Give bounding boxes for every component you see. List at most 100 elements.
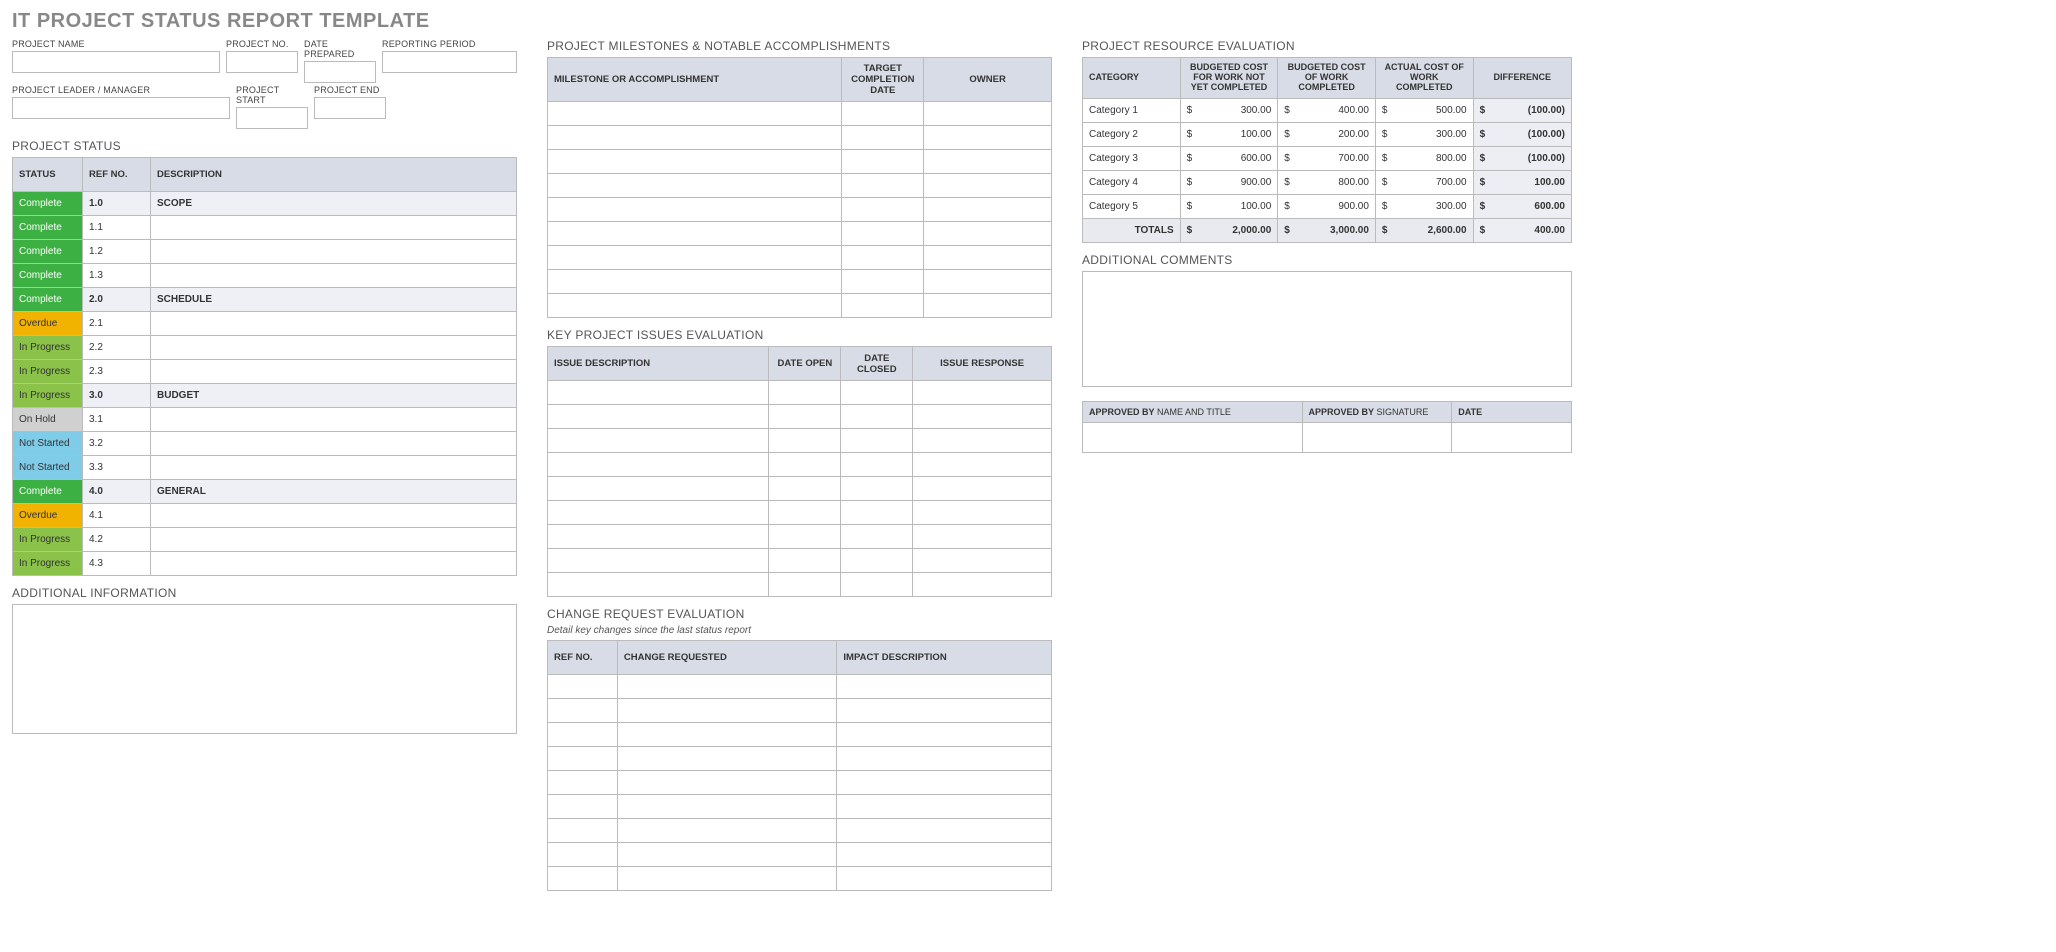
approval-name-cell[interactable]: [1083, 422, 1303, 452]
table-cell[interactable]: [837, 771, 1052, 795]
table-cell[interactable]: [548, 573, 769, 597]
table-cell[interactable]: [548, 126, 842, 150]
table-cell[interactable]: [548, 381, 769, 405]
status-cell[interactable]: Not Started: [13, 432, 83, 456]
table-cell[interactable]: [617, 747, 837, 771]
table-cell[interactable]: [548, 699, 618, 723]
status-cell[interactable]: Complete: [13, 264, 83, 288]
desc-cell[interactable]: [151, 264, 517, 288]
table-cell[interactable]: [913, 573, 1052, 597]
desc-cell[interactable]: GENERAL: [151, 480, 517, 504]
field-input[interactable]: [12, 97, 230, 119]
table-cell[interactable]: [617, 795, 837, 819]
table-cell[interactable]: [841, 549, 913, 573]
desc-cell[interactable]: [151, 408, 517, 432]
status-cell[interactable]: Complete: [13, 192, 83, 216]
table-cell[interactable]: [837, 699, 1052, 723]
table-cell[interactable]: [924, 174, 1052, 198]
table-cell[interactable]: [913, 525, 1052, 549]
table-cell[interactable]: [548, 246, 842, 270]
desc-cell[interactable]: [151, 504, 517, 528]
table-cell[interactable]: [913, 429, 1052, 453]
table-cell[interactable]: [841, 573, 913, 597]
status-cell[interactable]: Overdue: [13, 504, 83, 528]
status-cell[interactable]: In Progress: [13, 528, 83, 552]
table-cell[interactable]: [548, 294, 842, 318]
table-cell[interactable]: [924, 102, 1052, 126]
status-cell[interactable]: Complete: [13, 288, 83, 312]
desc-cell[interactable]: SCOPE: [151, 192, 517, 216]
field-input[interactable]: [12, 51, 220, 73]
table-cell[interactable]: [837, 867, 1052, 891]
table-cell[interactable]: [769, 501, 841, 525]
table-cell[interactable]: [769, 405, 841, 429]
table-cell[interactable]: [842, 102, 924, 126]
table-cell[interactable]: [841, 381, 913, 405]
desc-cell[interactable]: [151, 456, 517, 480]
table-cell[interactable]: [548, 477, 769, 501]
table-cell[interactable]: [913, 501, 1052, 525]
status-cell[interactable]: Complete: [13, 216, 83, 240]
desc-cell[interactable]: [151, 432, 517, 456]
table-cell[interactable]: [548, 675, 618, 699]
table-cell[interactable]: [842, 294, 924, 318]
status-cell[interactable]: In Progress: [13, 552, 83, 576]
table-cell[interactable]: [617, 771, 837, 795]
desc-cell[interactable]: SCHEDULE: [151, 288, 517, 312]
table-cell[interactable]: [842, 126, 924, 150]
table-cell[interactable]: [548, 501, 769, 525]
table-cell[interactable]: [924, 270, 1052, 294]
desc-cell[interactable]: BUDGET: [151, 384, 517, 408]
desc-cell[interactable]: [151, 312, 517, 336]
table-cell[interactable]: [769, 573, 841, 597]
status-cell[interactable]: In Progress: [13, 360, 83, 384]
table-cell[interactable]: [924, 222, 1052, 246]
table-cell[interactable]: [548, 222, 842, 246]
table-cell[interactable]: [837, 747, 1052, 771]
table-cell[interactable]: [913, 453, 1052, 477]
table-cell[interactable]: [769, 429, 841, 453]
table-cell[interactable]: [837, 795, 1052, 819]
field-input[interactable]: [236, 107, 308, 129]
table-cell[interactable]: [769, 477, 841, 501]
table-cell[interactable]: [769, 549, 841, 573]
approval-signature-cell[interactable]: [1302, 422, 1452, 452]
table-cell[interactable]: [617, 843, 837, 867]
table-cell[interactable]: [837, 723, 1052, 747]
table-cell[interactable]: [617, 867, 837, 891]
additional-info-box[interactable]: [12, 604, 517, 734]
table-cell[interactable]: [913, 549, 1052, 573]
table-cell[interactable]: [548, 525, 769, 549]
table-cell[interactable]: [548, 819, 618, 843]
table-cell[interactable]: [924, 126, 1052, 150]
table-cell[interactable]: [842, 270, 924, 294]
field-input[interactable]: [304, 61, 376, 83]
field-input[interactable]: [382, 51, 517, 73]
table-cell[interactable]: [842, 198, 924, 222]
table-cell[interactable]: [769, 525, 841, 549]
desc-cell[interactable]: [151, 240, 517, 264]
field-input[interactable]: [226, 51, 298, 73]
table-cell[interactable]: [913, 381, 1052, 405]
status-cell[interactable]: In Progress: [13, 384, 83, 408]
desc-cell[interactable]: [151, 336, 517, 360]
table-cell[interactable]: [837, 843, 1052, 867]
table-cell[interactable]: [548, 102, 842, 126]
additional-comments-box[interactable]: [1082, 271, 1572, 387]
table-cell[interactable]: [548, 795, 618, 819]
table-cell[interactable]: [548, 843, 618, 867]
table-cell[interactable]: [913, 477, 1052, 501]
table-cell[interactable]: [842, 246, 924, 270]
table-cell[interactable]: [842, 222, 924, 246]
table-cell[interactable]: [841, 453, 913, 477]
desc-cell[interactable]: [151, 360, 517, 384]
approval-date-cell[interactable]: [1452, 422, 1572, 452]
table-cell[interactable]: [837, 819, 1052, 843]
table-cell[interactable]: [841, 501, 913, 525]
table-cell[interactable]: [924, 246, 1052, 270]
desc-cell[interactable]: [151, 216, 517, 240]
status-cell[interactable]: Complete: [13, 480, 83, 504]
table-cell[interactable]: [617, 819, 837, 843]
desc-cell[interactable]: [151, 528, 517, 552]
table-cell[interactable]: [769, 453, 841, 477]
